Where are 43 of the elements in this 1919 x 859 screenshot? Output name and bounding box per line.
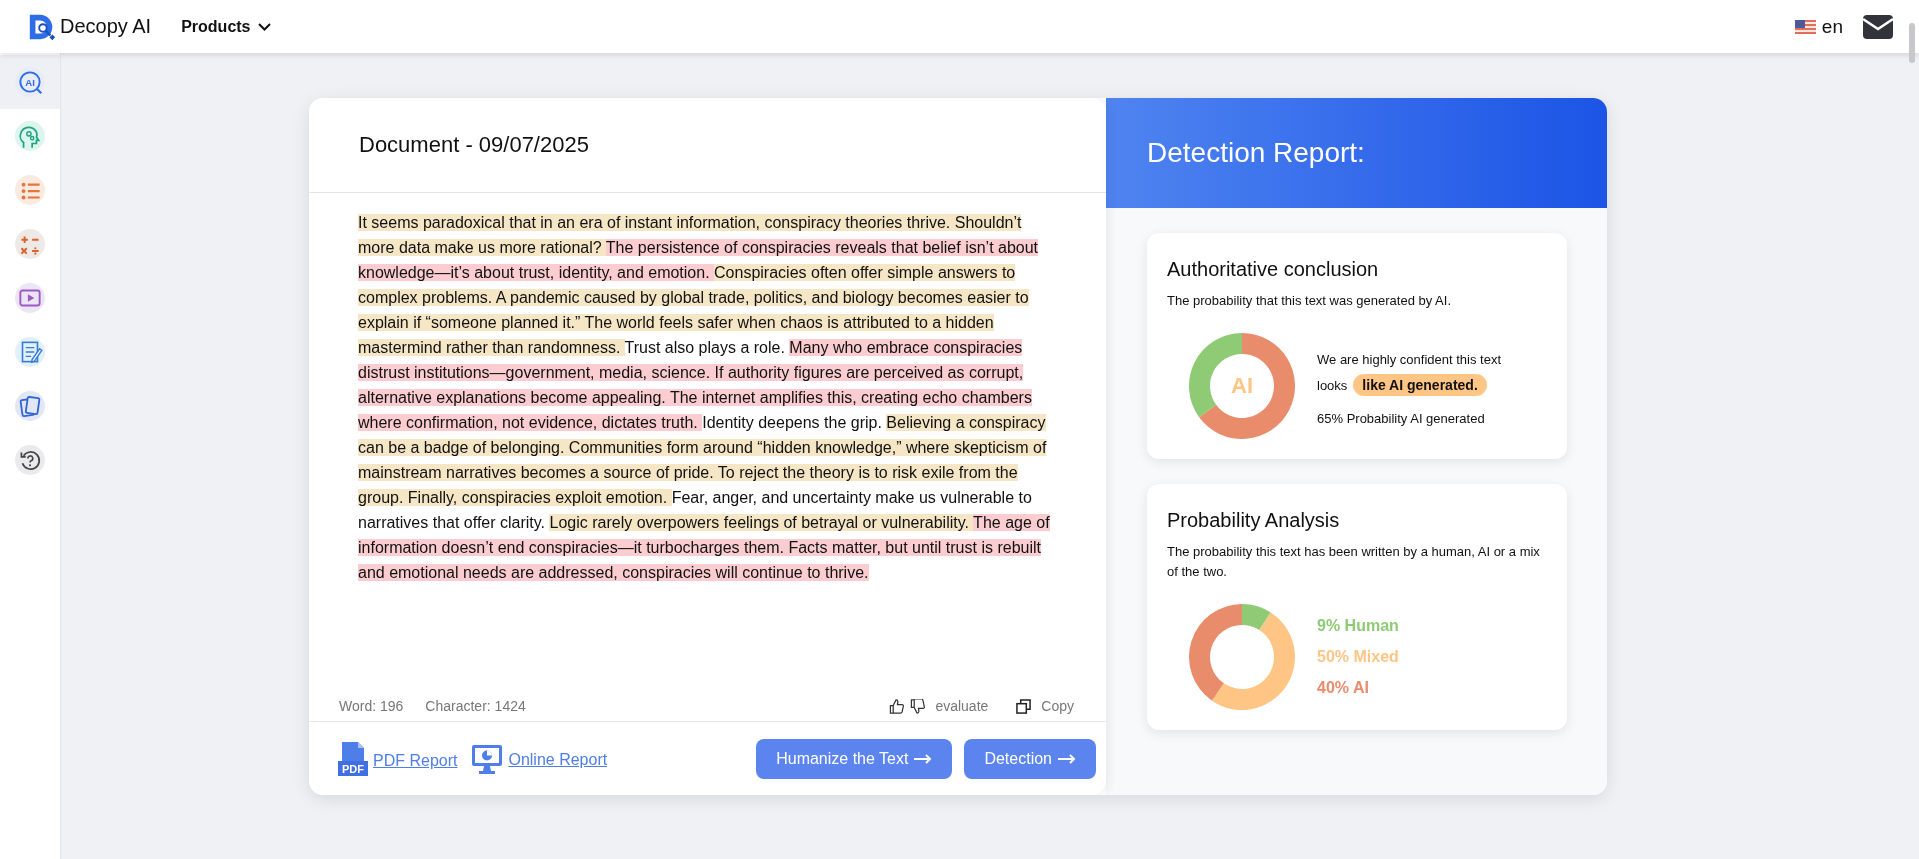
flag-icon[interactable] xyxy=(1794,19,1816,34)
logo-text[interactable]: Decopy AI xyxy=(60,15,152,38)
character-count: Character: 1424 xyxy=(425,698,526,714)
sidebar-item[interactable]: AI xyxy=(0,55,60,109)
panel-description: The probability that this text was generated by AI. xyxy=(1167,292,1452,310)
head-icon xyxy=(15,121,45,151)
cards-icon xyxy=(15,391,45,421)
list-icon xyxy=(15,175,45,205)
copy-icon[interactable] xyxy=(1016,698,1032,714)
donut-label: AI xyxy=(1231,373,1253,399)
arrow-right-icon xyxy=(1058,753,1076,764)
math-icon xyxy=(15,229,45,259)
report-title: Detection Report: xyxy=(1147,137,1365,169)
notebook-icon xyxy=(15,337,45,367)
legend-label: 40% AI xyxy=(1317,679,1370,697)
word-count: Word: 196 xyxy=(339,698,404,714)
language-selector[interactable]: en xyxy=(1821,15,1843,38)
legend-label: 9% Human xyxy=(1317,617,1399,635)
thumbs-down-icon[interactable] xyxy=(910,698,926,714)
detection-button[interactable]: Detection xyxy=(964,738,1096,779)
panel-title: Authoritative conclusion xyxy=(1167,258,1380,281)
monitor-chart-icon[interactable] xyxy=(471,742,504,775)
document-text: It seems paradoxical that in an era of instant information, conspiracy theories thrive. Shouldn’t more data make us more rational? The persistence of conspiracies reveals that belief isn’t about knowledge—it’s about trust, identity, and emotion. Conspiracies often offer simple answers to complex problems. A pandemic caused by global trade, politics, and biology becomes easier to explain if “someone planned it.” The world feels safer when chaos is attributed to a hidden mastermind rather than randomness. Trust also plays a role. Many who embrace conspiracies distrust institutions—government, media, science. If authority figures are perceived as corrupt, alternative explanations become appealing. The internet amplifies this, creating echo chambers where confirmation, not evidence, dictates truth. Identity deepens the grip. Believing a conspiracy can be a badge of belonging. Communities form around “hidden knowledge,” where skepticism of mainstream narratives becomes a source of pride. To reject the theory is to risk exile from the group. Finally, conspiracies exploit emotion. Fear, anger, and uncertainty make us vulnerable to narratives that offer clarity. Logic rarely overpowers feelings of betrayal or vulnerability. The age of information doesn’t end conspiracies—it turbocharges them. Facts matter, but until trust is rebuilt and emotional needs are addressed, conspiracies will continue to thrive. xyxy=(358,213,1051,583)
verdict-text: We are highly confident this text looks like AI generated. xyxy=(1317,346,1532,399)
chevron-down-icon xyxy=(257,22,271,31)
legend-label: 50% Mixed xyxy=(1317,648,1399,666)
evaluate-label: evaluate xyxy=(935,698,989,714)
document-title: Document - 09/07/2025 xyxy=(359,132,589,158)
scrollbar[interactable] xyxy=(1909,23,1915,63)
probability-text: 65% Probability AI generated xyxy=(1317,410,1486,426)
ai-search-icon: AI xyxy=(15,67,45,97)
thumbs-up-icon[interactable] xyxy=(889,698,905,714)
panel-description: The probability this text has been written by a human, AI or a mix of the two. xyxy=(1167,543,1541,581)
copy-button[interactable]: Copy xyxy=(1041,698,1074,714)
arrow-right-icon xyxy=(914,753,933,764)
pdf-report-link[interactable]: PDF Report xyxy=(373,751,458,770)
online-report-link[interactable]: Online Report xyxy=(508,750,608,769)
mail-icon[interactable] xyxy=(1863,14,1893,39)
products-menu[interactable]: Products xyxy=(181,17,271,36)
panel-title: Probability Analysis xyxy=(1167,509,1341,532)
help-icon xyxy=(15,445,45,475)
video-icon xyxy=(15,283,45,313)
humanize-button[interactable]: Humanize the Text xyxy=(756,738,953,779)
